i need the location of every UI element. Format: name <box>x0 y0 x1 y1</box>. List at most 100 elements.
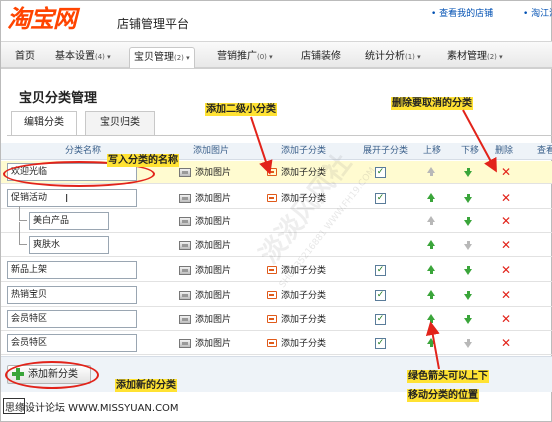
image-icon[interactable] <box>179 339 191 348</box>
view-my-shop-link[interactable]: • 查看我的店铺 <box>431 6 493 19</box>
column-header-delete: 删除 <box>495 146 514 156</box>
nav-item-item-management[interactable]: 宝贝管理(2) ▾ <box>129 47 195 68</box>
add-sub-icon[interactable] <box>267 315 277 323</box>
category-name-input[interactable]: 会员特区 <box>7 334 137 352</box>
annotation-ellipse-add <box>5 361 99 389</box>
add-sub-icon[interactable] <box>267 339 277 347</box>
delete-icon[interactable]: ✕ <box>501 289 511 301</box>
table-row: 热销宝贝 添加图片 添加子分类 ✓ ✕ <box>1 284 552 307</box>
category-name-input[interactable]: 会员特区 <box>7 310 137 328</box>
image-icon[interactable] <box>179 168 191 177</box>
image-icon[interactable] <box>179 217 191 226</box>
add-sub-icon[interactable] <box>267 168 277 176</box>
move-up-icon[interactable] <box>427 265 435 274</box>
add-sub-icon[interactable] <box>267 194 277 202</box>
image-icon[interactable] <box>179 291 191 300</box>
subcategory-name-input[interactable]: 爽肤水 <box>29 236 109 254</box>
move-up-icon[interactable] <box>427 338 435 347</box>
move-down-icon[interactable] <box>464 291 472 300</box>
page-title: 宝贝分类管理 <box>19 91 98 106</box>
column-header-down: 下移 <box>461 146 480 156</box>
chevron-down-icon: ▾ <box>496 53 503 61</box>
move-up-icon <box>427 216 435 225</box>
add-image-link[interactable]: 添加图片 <box>195 240 231 252</box>
platform-title: 店铺管理平台 <box>117 17 190 31</box>
add-image-link[interactable]: 添加图片 <box>195 338 231 350</box>
category-name-input[interactable]: 热销宝贝 <box>7 286 137 304</box>
move-down-icon[interactable] <box>464 217 472 226</box>
table-row: 会员特区 添加图片 添加子分类 ✓ ✕ <box>1 332 552 355</box>
category-name-input[interactable]: 促销活动 <box>7 189 137 207</box>
move-up-icon[interactable] <box>427 314 435 323</box>
column-header-expand: 展开子分类 <box>363 146 409 156</box>
chevron-down-icon: ▾ <box>183 54 190 62</box>
column-header-up: 上移 <box>423 146 442 156</box>
add-subcategory-link[interactable]: 添加子分类 <box>281 290 326 302</box>
column-header-name: 分类名称 <box>65 146 102 156</box>
move-down-icon[interactable] <box>464 168 472 177</box>
add-image-link[interactable]: 添加图片 <box>195 216 231 228</box>
move-up-icon[interactable] <box>427 193 435 202</box>
nav-item-statistics[interactable]: 统计分析(1) ▾ <box>361 47 425 68</box>
annotation-arrows-1: 绿色箭头可以上下 <box>407 370 489 383</box>
annotation-delete: 删除要取消的分类 <box>391 97 473 110</box>
move-down-icon <box>464 241 472 250</box>
chevron-down-icon: ▾ <box>104 53 111 61</box>
delete-icon[interactable]: ✕ <box>501 337 511 349</box>
move-down-icon[interactable] <box>464 194 472 203</box>
image-icon[interactable] <box>179 315 191 324</box>
expand-checkbox[interactable]: ✓ <box>375 290 386 301</box>
text-cursor-icon: I <box>65 192 69 205</box>
annotation-write-name: 写入分类的名称 <box>107 154 179 167</box>
chevron-down-icon: ▾ <box>414 53 421 61</box>
delete-icon[interactable]: ✕ <box>501 192 511 204</box>
column-header-view: 查看 <box>537 146 552 156</box>
chevron-down-icon: ▾ <box>266 53 273 61</box>
move-up-icon[interactable] <box>427 240 435 249</box>
nav-item-home[interactable]: 首页 <box>11 47 39 68</box>
nav-item-marketing[interactable]: 营销推广(0) ▾ <box>213 47 277 68</box>
delete-icon[interactable]: ✕ <box>501 264 511 276</box>
tab-item-categorize[interactable]: 宝贝归类 <box>85 111 155 135</box>
site-credit: 思缘设计论坛 WWW.MISSYUAN.COM <box>5 403 179 414</box>
expand-checkbox[interactable]: ✓ <box>375 314 386 325</box>
add-sub-icon[interactable] <box>267 291 277 299</box>
add-image-link[interactable]: 添加图片 <box>195 314 231 326</box>
move-down-icon[interactable] <box>464 315 472 324</box>
tree-connector <box>19 222 27 245</box>
subcategory-name-input[interactable]: 美白产品 <box>29 212 109 230</box>
table-row: 会员特区 添加图片 添加子分类 ✓ ✕ <box>1 308 552 331</box>
move-down-icon <box>464 339 472 348</box>
image-icon[interactable] <box>179 241 191 250</box>
move-up-icon <box>427 167 435 176</box>
expand-checkbox[interactable]: ✓ <box>375 193 386 204</box>
delete-icon[interactable]: ✕ <box>501 166 511 178</box>
image-icon[interactable] <box>179 266 191 275</box>
nav-item-basic-settings[interactable]: 基本设置(4) ▾ <box>51 47 115 68</box>
add-subcategory-link[interactable]: 添加子分类 <box>281 338 326 350</box>
expand-checkbox[interactable]: ✓ <box>375 265 386 276</box>
taojianghu-link[interactable]: • 淘江湖 <box>523 6 552 19</box>
add-image-link[interactable]: 添加图片 <box>195 290 231 302</box>
category-name-input[interactable]: 新品上架 <box>7 261 137 279</box>
column-header-image: 添加图片 <box>193 146 230 156</box>
move-down-icon[interactable] <box>464 266 472 275</box>
image-icon[interactable] <box>179 194 191 203</box>
expand-checkbox[interactable]: ✓ <box>375 338 386 349</box>
tree-connector <box>19 206 27 221</box>
main-nav: 首页 基本设置(4) ▾ 宝贝管理(2) ▾ 营销推广(0) ▾ 店铺装修 统计… <box>1 41 552 69</box>
taobao-logo: 淘宝网 <box>7 5 77 33</box>
delete-icon[interactable]: ✕ <box>501 215 511 227</box>
add-subcategory-link[interactable]: 添加子分类 <box>281 314 326 326</box>
delete-icon[interactable]: ✕ <box>501 313 511 325</box>
tab-edit-category[interactable]: 编辑分类 <box>11 111 77 136</box>
nav-item-shop-decoration[interactable]: 店铺装修 <box>297 47 345 68</box>
table-row: 促销活动 添加图片 添加子分类 ✓ ✕ <box>1 186 552 209</box>
add-image-link[interactable]: 添加图片 <box>195 193 231 205</box>
move-up-icon[interactable] <box>427 290 435 299</box>
delete-icon[interactable]: ✕ <box>501 239 511 251</box>
add-image-link[interactable]: 添加图片 <box>195 167 231 179</box>
add-image-link[interactable]: 添加图片 <box>195 265 231 277</box>
nav-item-materials[interactable]: 素材管理(2) ▾ <box>443 47 507 68</box>
annotation-add-sub: 添加二级小分类 <box>205 103 277 116</box>
